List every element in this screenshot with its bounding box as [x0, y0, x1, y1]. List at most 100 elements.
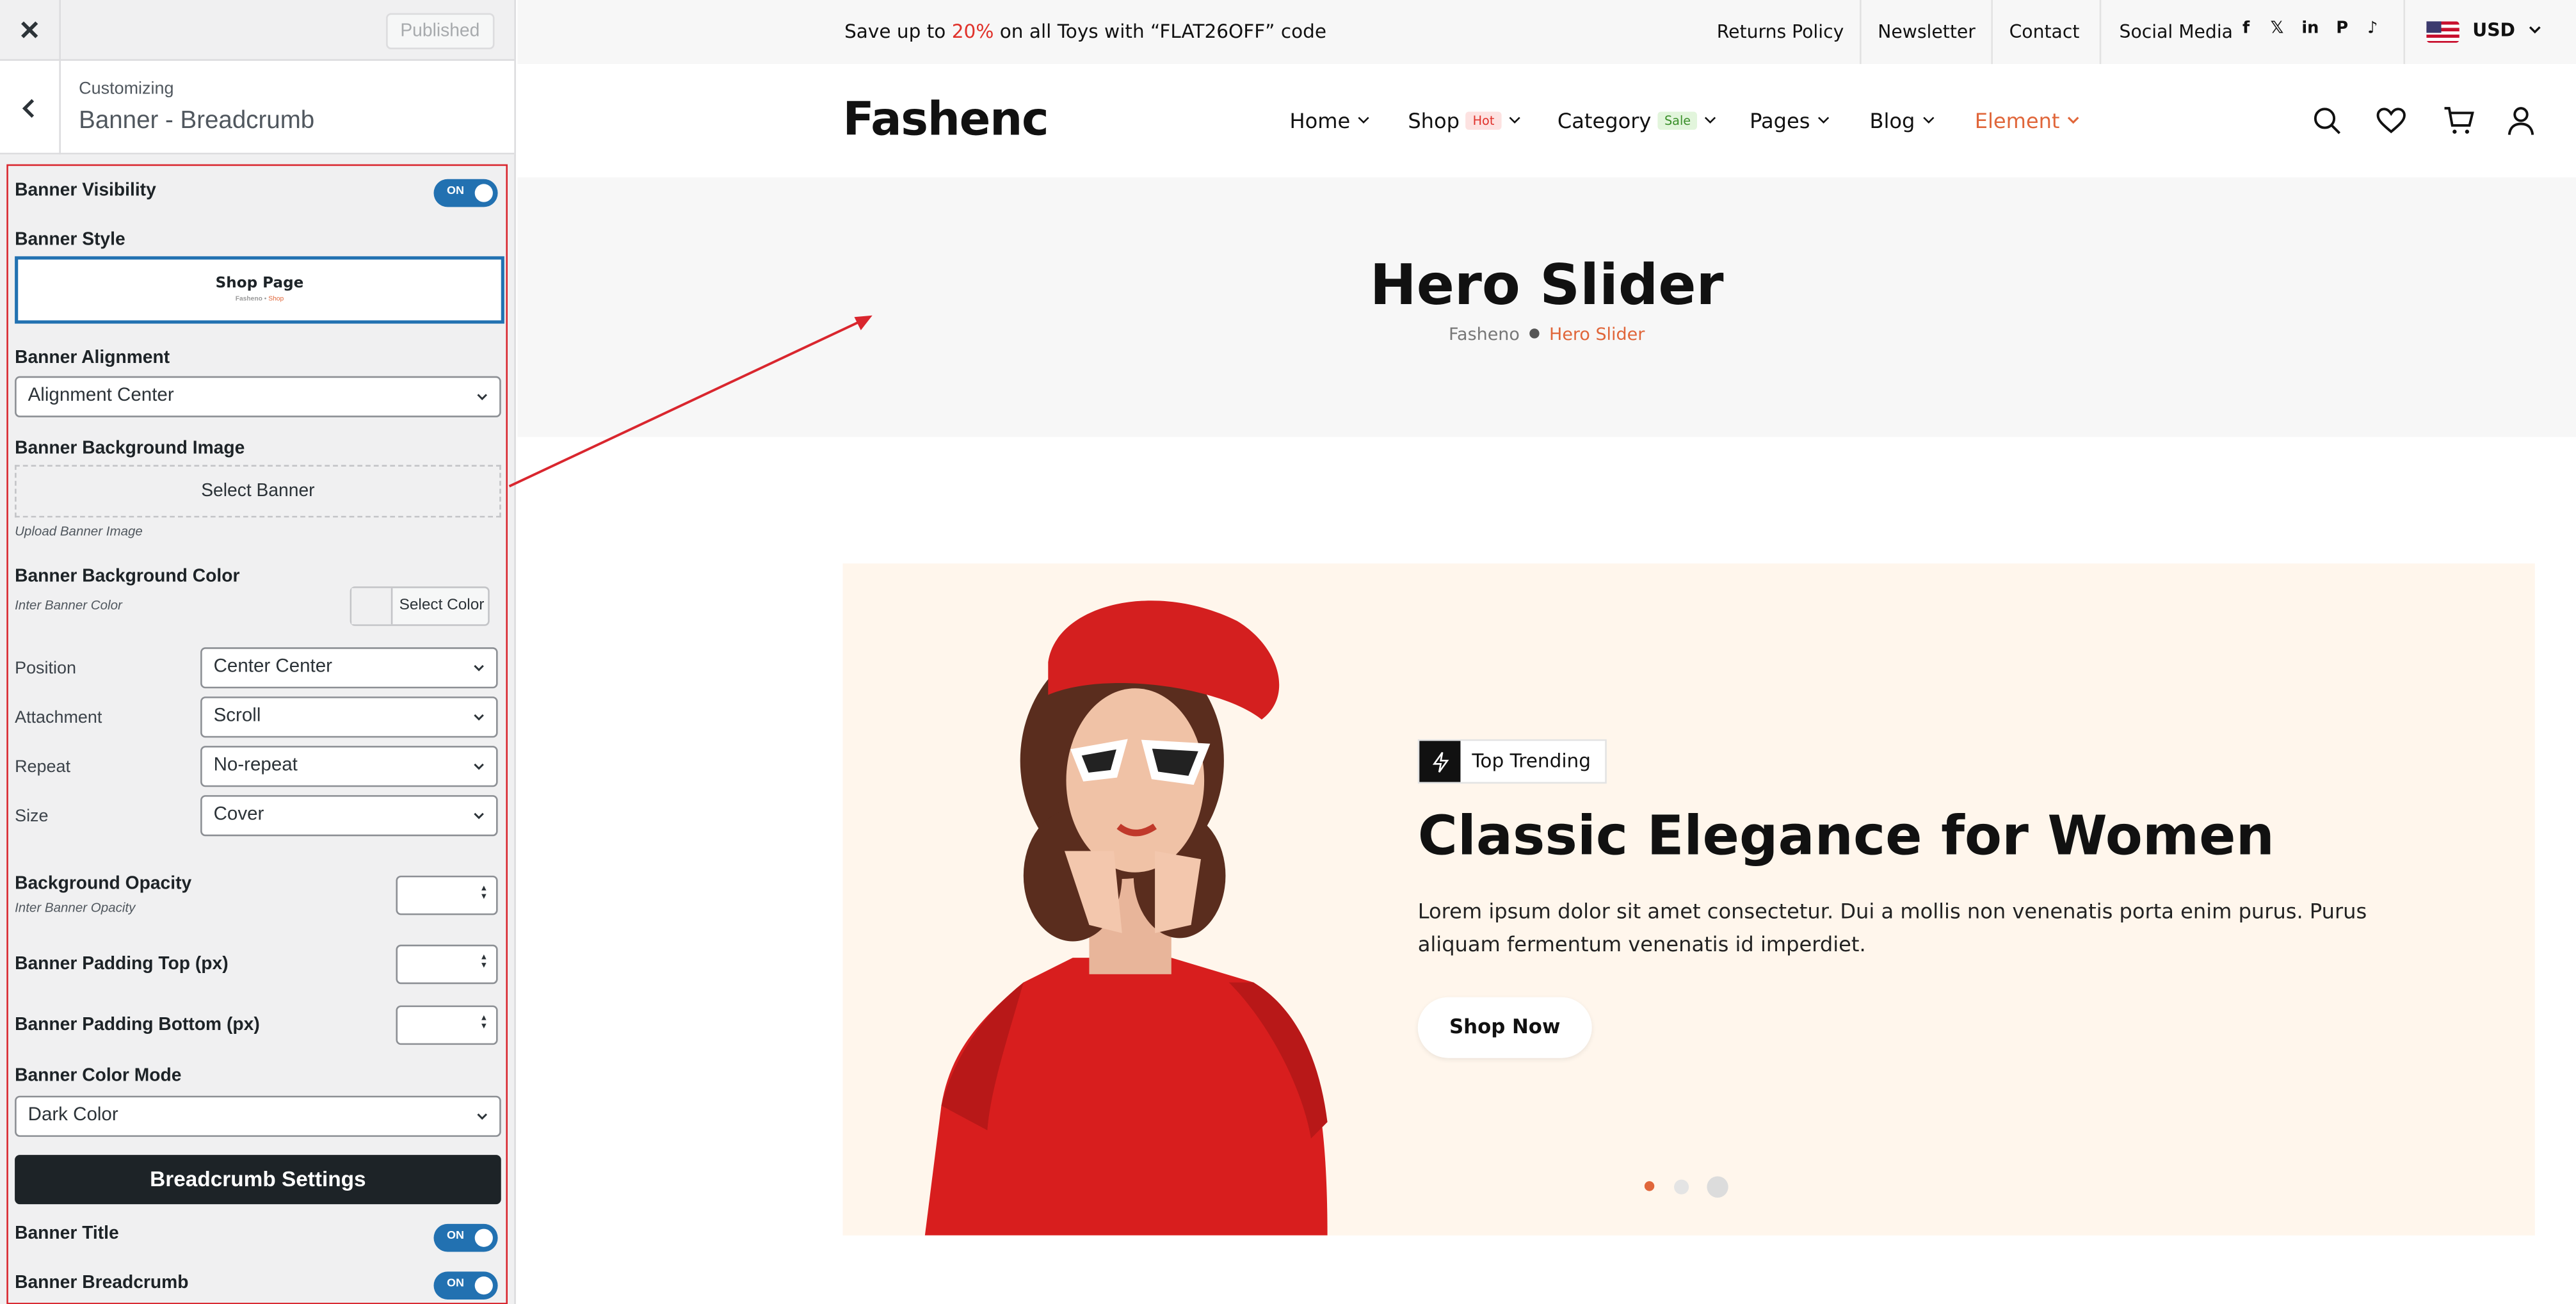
breadcrumb-current: Hero Slider: [1549, 325, 1645, 345]
banner-style-option[interactable]: Shop Page Fasheno • Shop: [15, 256, 504, 324]
nav-blog[interactable]: Blog: [1869, 108, 1935, 133]
user-icon[interactable]: [2506, 105, 2537, 136]
contact-link[interactable]: Contact: [2009, 0, 2080, 64]
page-banner: Hero Slider Fasheno Hero Slider: [517, 177, 2576, 437]
shop-now-button[interactable]: Shop Now: [1417, 997, 1592, 1058]
chevron-down-icon: [1817, 117, 1829, 124]
pinterest-icon[interactable]: P: [2336, 20, 2348, 38]
slider-dot-2[interactable]: [1674, 1179, 1689, 1195]
repeat-select[interactable]: No-repeat: [200, 746, 498, 787]
promo-text: Save up to 20% on all Toys with “FLAT26O…: [844, 19, 1327, 43]
back-arrow-icon[interactable]: [0, 60, 61, 155]
hero-description: Lorem ipsum dolor sit amet consectetur. …: [1417, 898, 2367, 956]
slider-dot-3[interactable]: [1707, 1176, 1728, 1198]
number-spinner-icon[interactable]: ▲ ▼: [479, 885, 488, 902]
newsletter-link[interactable]: Newsletter: [1878, 0, 1976, 64]
linkedin-icon[interactable]: in: [2301, 20, 2319, 38]
section-subtitle: Customizing: [79, 79, 174, 99]
padding-bottom-input[interactable]: ▲ ▼: [396, 1005, 498, 1045]
hero-heading: Classic Elegance for Women: [1417, 803, 2274, 868]
background-opacity-input[interactable]: ▲ ▼: [396, 875, 498, 915]
returns-policy-link[interactable]: Returns Policy: [1717, 0, 1844, 64]
trending-tag: Top Trending: [1417, 739, 1607, 784]
position-select[interactable]: Center Center: [200, 647, 498, 689]
background-color-desc: Inter Banner Color: [15, 598, 122, 613]
currency-selector[interactable]: USD: [2472, 20, 2541, 41]
nav-home[interactable]: Home: [1290, 108, 1371, 133]
toggle-state-text: ON: [447, 1230, 464, 1243]
cart-icon[interactable]: [2443, 105, 2474, 136]
breadcrumb-settings-button[interactable]: Breadcrumb Settings: [15, 1155, 501, 1205]
attachment-select[interactable]: Scroll: [200, 696, 498, 738]
style-preview-title: Shop Page: [215, 276, 304, 293]
padding-top-label: Banner Padding Top (px): [15, 954, 229, 974]
chevron-down-icon: [2067, 117, 2079, 124]
close-icon[interactable]: ✕: [0, 0, 61, 61]
hot-badge: Hot: [1466, 111, 1501, 130]
nav-pages[interactable]: Pages: [1750, 108, 1830, 133]
chevron-down-icon: [477, 394, 487, 401]
site-preview: Save up to 20% on all Toys with “FLAT26O…: [517, 0, 2576, 1304]
number-spinner-icon[interactable]: ▲ ▼: [479, 1015, 488, 1032]
breadcrumb: Fasheno Hero Slider: [517, 325, 2576, 345]
tiktok-icon[interactable]: ♪: [2367, 20, 2378, 38]
lightning-icon: [1419, 741, 1461, 782]
padding-top-input[interactable]: ▲ ▼: [396, 944, 498, 985]
select-color-label: Select Color: [399, 596, 485, 615]
chevron-down-icon: [474, 763, 484, 770]
us-flag-icon: [2426, 21, 2459, 43]
chevron-down-icon: [474, 714, 484, 721]
banner-breadcrumb-toggle[interactable]: ON: [433, 1271, 498, 1300]
banner-visibility-toggle[interactable]: ON: [433, 179, 498, 207]
site-logo[interactable]: Fashenc: [843, 92, 1049, 147]
facebook-icon[interactable]: f: [2242, 20, 2250, 38]
search-icon[interactable]: [2312, 105, 2343, 136]
customizer-sidebar: ✕ Published Customizing Banner - Breadcr…: [0, 0, 516, 1304]
chevron-down-icon: [1358, 117, 1369, 124]
nav-element[interactable]: Element: [1975, 108, 2080, 133]
chevron-down-icon: [474, 812, 484, 819]
background-image-label: Banner Background Image: [15, 439, 245, 458]
hero-model-image: [924, 600, 1328, 1236]
slider-dot-1[interactable]: [1644, 1181, 1655, 1191]
size-select[interactable]: Cover: [200, 795, 498, 837]
select-banner-button[interactable]: Select Banner: [15, 465, 501, 518]
banner-breadcrumb-label: Banner Breadcrumb: [15, 1273, 189, 1293]
select-color-button[interactable]: Select Color: [350, 586, 490, 626]
banner-alignment-label: Banner Alignment: [15, 348, 170, 368]
repeat-label: Repeat: [15, 757, 70, 777]
chevron-down-icon: [1922, 117, 1934, 124]
banner-title: Hero Slider: [1369, 253, 1724, 319]
chevron-down-icon: [1508, 117, 1520, 124]
top-bar: Save up to 20% on all Toys with “FLAT26O…: [517, 0, 2576, 65]
number-spinner-icon[interactable]: ▲ ▼: [479, 954, 488, 971]
color-mode-select[interactable]: Dark Color: [15, 1095, 501, 1137]
section-header: Customizing Banner - Breadcrumb: [0, 60, 515, 155]
breadcrumb-home[interactable]: Fasheno: [1449, 325, 1520, 345]
banner-title-label: Banner Title: [15, 1223, 119, 1244]
banner-style-label: Banner Style: [15, 230, 125, 250]
publish-button[interactable]: Published: [385, 13, 495, 49]
banner-title-toggle[interactable]: ON: [433, 1223, 498, 1252]
chevron-down-icon: [1705, 117, 1716, 124]
padding-bottom-label: Banner Padding Bottom (px): [15, 1015, 260, 1035]
background-opacity-desc: Inter Banner Opacity: [15, 900, 136, 915]
color-swatch: [351, 588, 393, 625]
toggle-state-text: ON: [447, 185, 464, 197]
sale-badge: Sale: [1657, 111, 1698, 130]
customizer-header-bar: ✕ Published: [0, 0, 515, 61]
color-mode-label: Banner Color Mode: [15, 1066, 182, 1086]
attachment-label: Attachment: [15, 708, 102, 728]
style-preview-crumb: Fasheno • Shop: [235, 294, 284, 303]
banner-settings-panel: Banner Visibility ON Banner Style Shop P…: [6, 164, 508, 1304]
nav-category[interactable]: Category Sale: [1558, 108, 1717, 133]
social-media-label: Social Media: [2119, 21, 2234, 43]
section-title: Banner - Breadcrumb: [79, 106, 315, 135]
size-label: Size: [15, 807, 49, 826]
heart-icon[interactable]: [2376, 105, 2407, 136]
nav-shop[interactable]: Shop Hot: [1408, 108, 1520, 133]
banner-alignment-select[interactable]: Alignment Center: [15, 376, 501, 417]
position-label: Position: [15, 659, 76, 679]
banner-visibility-label: Banner Visibility: [15, 181, 156, 201]
x-twitter-icon[interactable]: 𝕏: [2271, 20, 2284, 38]
